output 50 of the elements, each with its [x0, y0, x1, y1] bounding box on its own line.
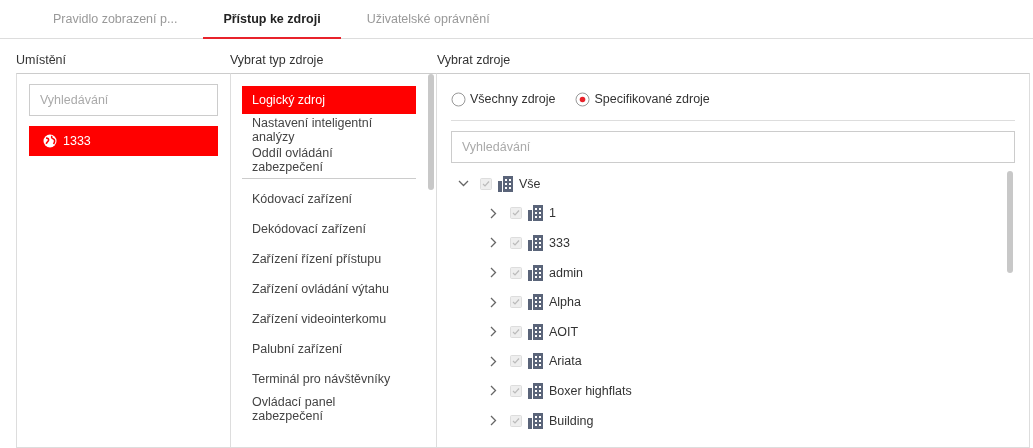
search-field[interactable]: Vyhledávání [29, 84, 218, 116]
resource-type-item[interactable]: Dekódovací zařízení [242, 215, 416, 243]
checkbox[interactable] [510, 237, 522, 249]
resource-type-item[interactable]: Zařízení videointerkomu [242, 305, 416, 333]
scrollbar-thumb[interactable] [1007, 171, 1013, 273]
search-field[interactable]: Vyhledávání [451, 131, 1015, 163]
checkbox[interactable] [510, 296, 522, 309]
resource-type-item[interactable]: Oddíl ovládání zabezpečení [242, 146, 416, 174]
resource-type-item[interactable]: Logický zdroj [242, 86, 416, 114]
building-icon [528, 205, 543, 222]
column-heading: Umístění [16, 52, 67, 67]
tree-node-label[interactable]: 333 [549, 236, 570, 250]
building-icon [528, 323, 543, 340]
tree-node-label[interactable]: admin [549, 265, 584, 280]
building-icon [528, 294, 543, 311]
resource-type-item[interactable]: Nastavení inteligentní analýzy [242, 116, 416, 144]
resource-type-item[interactable]: Zařízení ovládání výtahu [242, 275, 416, 303]
tree-node-label[interactable]: Building [549, 413, 594, 428]
building-icon [528, 235, 543, 251]
building-icon [528, 382, 543, 399]
building-icon [498, 175, 513, 192]
checkbox[interactable] [510, 207, 522, 220]
building-icon [528, 264, 543, 281]
checkbox[interactable] [510, 355, 522, 368]
checkbox[interactable] [480, 177, 492, 190]
tree-node-label[interactable]: Alpha [549, 295, 581, 310]
tree-node-label[interactable]: Boxer highflats [549, 383, 632, 398]
resource-type-item[interactable]: Terminál pro návštěvníky [242, 365, 416, 393]
globe-icon [43, 134, 57, 148]
tree-node-label[interactable]: Ariata [549, 354, 582, 369]
scrollbar-thumb[interactable] [428, 74, 434, 190]
checkbox[interactable] [510, 414, 522, 427]
building-icon [528, 353, 543, 370]
resource-type-item[interactable]: Kódovací zařízení [242, 185, 416, 213]
tree-node-label[interactable]: AOIT [549, 324, 579, 339]
resource-type-item[interactable]: Ovládací panel zabezpečení [242, 395, 416, 423]
tree-node-label[interactable]: Vše [519, 176, 541, 191]
checkbox[interactable] [510, 266, 522, 279]
tree-node-label[interactable]: 1 [549, 206, 556, 221]
column-heading: Vybrat zdroje [437, 52, 512, 67]
column-heading: Vybrat typ zdroje [230, 52, 325, 67]
resource-type-item[interactable]: Palubní zařízení [242, 335, 416, 363]
radio-option[interactable]: Specifikované zdroje [575, 91, 710, 107]
radio-option[interactable]: Všechny zdroje [451, 91, 556, 107]
resource-type-item[interactable]: Zařízení řízení přístupu [242, 245, 416, 273]
location-item[interactable]: 1333 [29, 126, 218, 156]
checkbox[interactable] [510, 384, 522, 397]
building-icon [528, 412, 543, 429]
checkbox[interactable] [510, 325, 522, 338]
tab[interactable]: Přístup ke zdroji [203, 0, 341, 39]
